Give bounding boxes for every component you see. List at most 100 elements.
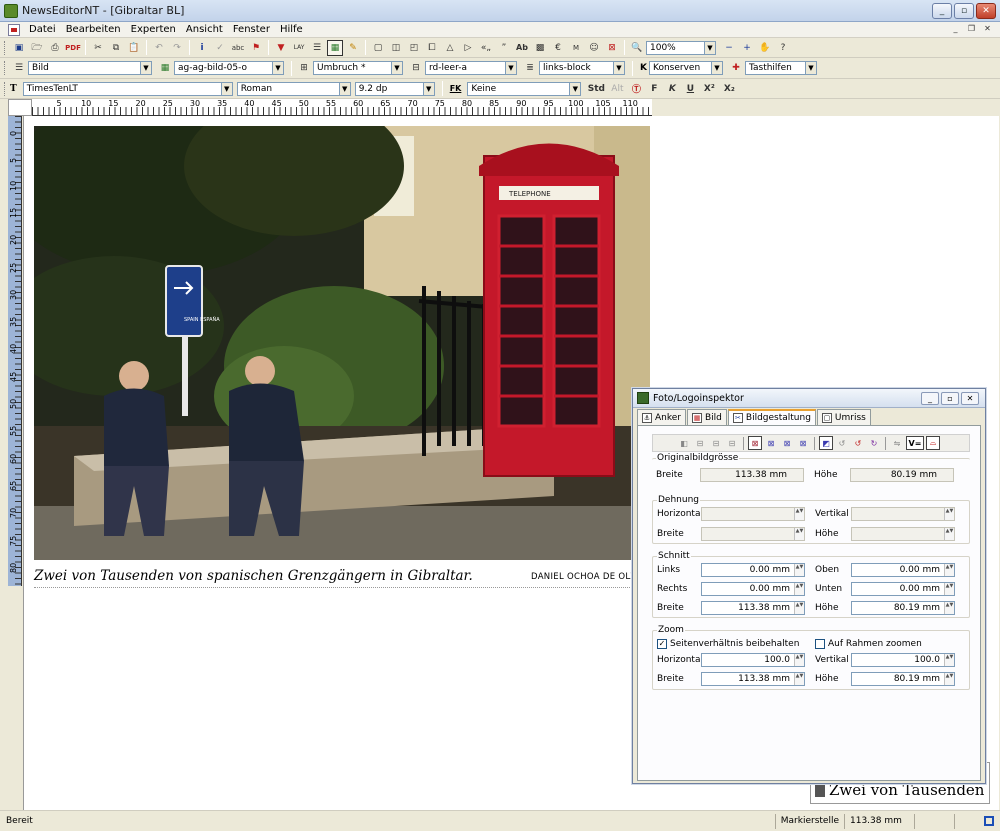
zoom-vertical-field[interactable]: 100.0 ▲▼ [851, 653, 955, 667]
bold-button[interactable]: F [646, 81, 662, 97]
copy-icon[interactable]: ⧉ [108, 40, 124, 56]
undo-icon[interactable]: ↶ [151, 40, 167, 56]
play-icon[interactable]: ▷ [460, 40, 476, 56]
spinner-icon[interactable]: ▲▼ [944, 528, 954, 540]
align-center-icon[interactable]: ⊟ [693, 436, 707, 450]
info-icon[interactable]: i [194, 40, 210, 56]
zoom-out-icon[interactable]: − [721, 40, 737, 56]
crop-width-field[interactable]: 113.38 mm ▲▼ [701, 601, 805, 615]
check-icon[interactable]: ✓ [212, 40, 228, 56]
triangle-icon[interactable]: △ [442, 40, 458, 56]
zoom-horizontal-field[interactable]: 100.0 ▲▼ [701, 653, 805, 667]
spinner-icon[interactable]: ▲▼ [794, 673, 804, 685]
crop-bottom-field[interactable]: 0.00 mm ▲▼ [851, 582, 955, 596]
align-right-icon[interactable]: ⊟ [725, 436, 739, 450]
crop-top-field[interactable]: 0.00 mm ▲▼ [851, 563, 955, 577]
menu-datei[interactable]: Datei [24, 24, 61, 35]
tab-bildgestaltung[interactable]: ✂ Bildgestaltung [727, 409, 816, 425]
menu-fenster[interactable]: Fenster [228, 24, 275, 35]
spinner-icon[interactable]: ▲▼ [794, 654, 804, 666]
wrap-select[interactable]: Umbruch * ▼ [313, 61, 403, 75]
toolbar-grip[interactable] [4, 61, 7, 75]
inspector-title-bar[interactable]: Foto/Logoinspektor _ ▫ ✕ [633, 389, 985, 408]
frame-split-icon[interactable]: ◫ [388, 40, 404, 56]
fit-frame-icon[interactable]: ⊠ [748, 436, 762, 450]
mirror-icon[interactable]: ⇋ [890, 436, 904, 450]
photo-frame[interactable]: SPAIN ESPAÑA TELEPHONE [34, 126, 650, 560]
spinner-icon[interactable]: ▲▼ [944, 564, 954, 576]
tab-umriss[interactable]: ▢ Umriss [816, 409, 871, 425]
zoom-width-field[interactable]: 113.38 mm ▲▼ [701, 672, 805, 686]
document-icon[interactable] [8, 23, 20, 36]
conserve-select[interactable]: Konserven ▼ [648, 61, 723, 75]
tab-bild[interactable]: ▦ Bild [687, 409, 727, 425]
spellcheck-icon[interactable]: abc [230, 40, 246, 56]
spinner-icon[interactable]: ▲▼ [794, 508, 804, 520]
align-left-icon[interactable]: ◧ [677, 436, 691, 450]
menu-hilfe[interactable]: Hilfe [275, 24, 308, 35]
keep-ratio-checkbox[interactable]: ✓ Seitenverhältnis beibehalten [657, 637, 799, 651]
menu-experten[interactable]: Experten [126, 24, 181, 35]
zoom-height-field[interactable]: 80.19 mm ▲▼ [851, 672, 955, 686]
note-icon[interactable]: ✎ [345, 40, 361, 56]
spinner-icon[interactable]: ▲▼ [794, 583, 804, 595]
font-style-select[interactable]: Roman ▼ [236, 81, 351, 96]
superscript-button[interactable]: X² [700, 81, 718, 97]
print-icon[interactable]: ⎙ [47, 40, 63, 56]
selection-mode-icon[interactable] [984, 816, 994, 826]
spinner-icon[interactable]: ▲▼ [944, 654, 954, 666]
paste-icon[interactable]: 📋 [126, 40, 142, 56]
rotate-purple-icon[interactable]: ↻ [867, 436, 881, 450]
frame-type-select[interactable]: Bild ▼ [28, 61, 152, 75]
rotate-left-icon[interactable]: ↺ [835, 436, 849, 450]
euro-icon[interactable]: € [550, 40, 566, 56]
crop-icon[interactable]: ◩ [819, 436, 833, 450]
pdf-icon[interactable]: PDF [65, 40, 81, 56]
open-icon[interactable]: 🗁 [29, 40, 45, 56]
curve-icon[interactable]: ⌓ [926, 436, 940, 450]
subscript-button[interactable]: X₂ [720, 81, 738, 97]
save-icon[interactable]: ▣ [11, 40, 27, 56]
tab-anker[interactable]: ⚓ Anker [637, 409, 686, 425]
stretch-height-field[interactable]: ▲▼ [851, 527, 955, 541]
fit-width-icon[interactable]: ⊠ [780, 436, 794, 450]
caption-frame[interactable]: Zwei von Tausenden von spanischen Grenzg… [34, 564, 650, 588]
columns-icon[interactable]: ☰ [309, 40, 325, 56]
helpers-select[interactable]: Tasthilfen ▼ [744, 61, 817, 75]
frame-out-icon[interactable]: ⧠ [424, 40, 440, 56]
spinner-icon[interactable]: ▲▼ [944, 602, 954, 614]
image-frame-icon[interactable]: ▦ [327, 39, 343, 56]
spinner-icon[interactable]: ▲▼ [944, 508, 954, 520]
inspector-minimize-button[interactable]: _ [921, 392, 939, 405]
close-button[interactable]: ✕ [976, 3, 996, 19]
lay-icon[interactable]: LAY [291, 40, 307, 56]
superscript-quote-icon[interactable]: ” [496, 40, 512, 56]
crop-right-field[interactable]: 0.00 mm ▲▼ [701, 582, 805, 596]
mdi-minimize-button[interactable]: _ [949, 23, 962, 35]
mdi-restore-button[interactable]: ❐ [965, 23, 978, 35]
vertical-ruler[interactable]: 0 5 10 15 20 25 30 35 40 45 50 55 60 65 70 75 80 [8, 116, 22, 586]
trademark-icon[interactable]: Ⓣ [628, 81, 644, 97]
align-middle-icon[interactable]: ⊟ [709, 436, 723, 450]
v-equals-icon[interactable]: V= [906, 436, 924, 450]
hand-icon[interactable]: ✋ [757, 40, 773, 56]
crop-left-field[interactable]: 0.00 mm ▲▼ [701, 563, 805, 577]
crop-height-field[interactable]: 80.19 mm ▲▼ [851, 601, 955, 615]
menu-bearbeiten[interactable]: Bearbeiten [61, 24, 126, 35]
cut-icon[interactable]: ✂ [90, 40, 106, 56]
minimize-button[interactable]: _ [932, 3, 952, 19]
font-select[interactable]: TimesTenLT ▼ [22, 81, 233, 96]
stretch-width-field[interactable]: ▲▼ [701, 527, 805, 541]
frame-icon[interactable]: ▢ [370, 40, 386, 56]
mdi-close-button[interactable]: ✕ [981, 23, 994, 35]
inspector-close-button[interactable]: ✕ [961, 392, 979, 405]
m-icon[interactable]: M [568, 40, 584, 56]
italic-button[interactable]: K [664, 81, 680, 97]
toolbar-grip[interactable] [4, 40, 7, 55]
help-pointer-icon[interactable]: ? [775, 40, 791, 56]
rotate-red-icon[interactable]: ↺ [851, 436, 865, 450]
maximize-button[interactable]: ▫ [954, 3, 974, 19]
zoom-select[interactable]: 100% ▼ [646, 40, 716, 55]
stretch-horizontal-field[interactable]: ▲▼ [701, 507, 805, 521]
frame-style-select[interactable]: rd-leer-a ▼ [425, 61, 517, 75]
